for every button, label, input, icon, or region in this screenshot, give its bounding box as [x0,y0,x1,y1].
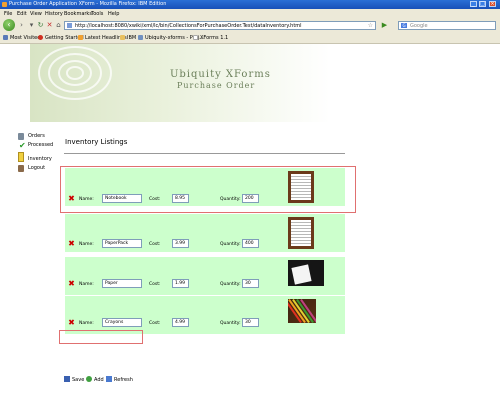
banner-title: Ubiquity XForms [170,69,271,80]
search-placeholder: Google [410,23,428,29]
cost-field[interactable]: 1.99 [172,279,189,288]
page-icon [138,35,143,40]
cost-field[interactable]: 3.99 [172,239,189,248]
forward-button[interactable]: › [17,21,26,30]
save-button[interactable]: Save [64,376,84,383]
bookmarks-bar: Most Visited Getting Started Latest Head… [0,33,500,44]
swirl-decoration [66,66,84,80]
bookmark-xforms[interactable]: XForms 1.1 [193,35,228,41]
delete-icon[interactable]: ✖ [68,280,75,288]
refresh-icon [106,376,112,382]
bookmark-folder-icon [3,35,8,40]
page-icon [193,35,198,40]
page-favicon [67,23,72,28]
firefox-icon [2,2,7,7]
stop-icon[interactable]: ✕ [45,21,54,30]
name-field[interactable]: Crayons [102,318,142,327]
menu-tools[interactable]: Tools [91,11,103,17]
name-field[interactable]: PaperPack [102,239,142,248]
close-button[interactable]: × [489,1,496,7]
quantity-field[interactable]: 30 [242,318,259,327]
highlight-box [60,166,356,213]
menu-bookmarks[interactable]: Bookmarks [64,11,92,17]
quantity-field[interactable]: 400 [242,239,259,248]
url-bar[interactable]: http://localhost:8080/xwiki/xml/lc/bin/C… [64,21,376,30]
inventory-icon [18,152,24,162]
checkmark-icon: ✔ [19,141,26,150]
home-icon[interactable]: ⌂ [54,21,63,30]
add-button[interactable]: Add [86,376,104,383]
page-content: Ubiquity XForms Purchase Order Orders Pr… [0,44,500,400]
window-title: Purchase Order Application XForm - Mozil… [9,1,167,7]
menu-history[interactable]: History [45,11,63,17]
delete-icon[interactable]: ✖ [68,319,75,327]
crayons-image [288,299,316,323]
firefox-bookmark-icon [38,35,43,40]
banner-subtitle: Purchase Order [177,81,256,90]
refresh-button[interactable]: Refresh [106,376,133,383]
bookmark-star-icon[interactable]: ☆ [368,22,373,29]
bookmark-most-visited[interactable]: Most Visited [3,35,40,41]
menu-edit[interactable]: Edit [17,11,27,17]
go-icon[interactable]: ▶ [380,21,389,30]
menu-view[interactable]: View [30,11,42,17]
delete-icon[interactable]: ✖ [68,240,75,248]
dropdown-arrow-icon[interactable]: ▾ [27,21,36,30]
inventory-row: ✖ Name: Crayons Cost: 4.99 Quantity: 30 [65,296,345,334]
cost-field[interactable]: 4.99 [172,318,189,327]
minimize-button[interactable]: _ [470,1,477,7]
add-icon [86,376,92,382]
back-button[interactable]: ‹ [3,19,15,31]
name-field[interactable]: Paper [102,279,142,288]
reload-icon[interactable]: ↻ [36,21,45,30]
window-title-bar: Purchase Order Application XForm - Mozil… [0,0,500,9]
inventory-row: ✖ Name: Paper Cost: 1.99 Quantity: 30 [65,257,345,295]
search-box[interactable]: G Google [398,21,496,30]
maximize-button[interactable]: □ [479,1,486,7]
inventory-row: ✖ Name: PaperPack Cost: 3.99 Quantity: 4… [65,214,345,252]
quantity-field[interactable]: 30 [242,279,259,288]
rss-icon [78,35,83,40]
paperpack-image [288,217,314,249]
highlight-box [59,330,143,344]
divider [64,153,345,154]
page-title: Inventory Listings [65,138,128,146]
bookmark-getting-started[interactable]: Getting Started [38,35,84,41]
menu-file[interactable]: File [4,11,12,17]
url-text: http://localhost:8080/xwiki/xml/lc/bin/C… [75,23,302,29]
orders-icon [18,133,24,140]
menu-help[interactable]: Help [108,11,119,17]
logout-icon [18,165,24,172]
search-engine-icon[interactable]: G [401,23,407,28]
bookmark-ibm[interactable]: IBM [120,35,136,41]
navigation-bar: ‹ › ▾ ↻ ✕ ⌂ http://localhost:8080/xwiki/… [0,18,500,34]
save-icon [64,376,70,382]
paper-image [288,260,324,286]
folder-icon [120,35,125,40]
